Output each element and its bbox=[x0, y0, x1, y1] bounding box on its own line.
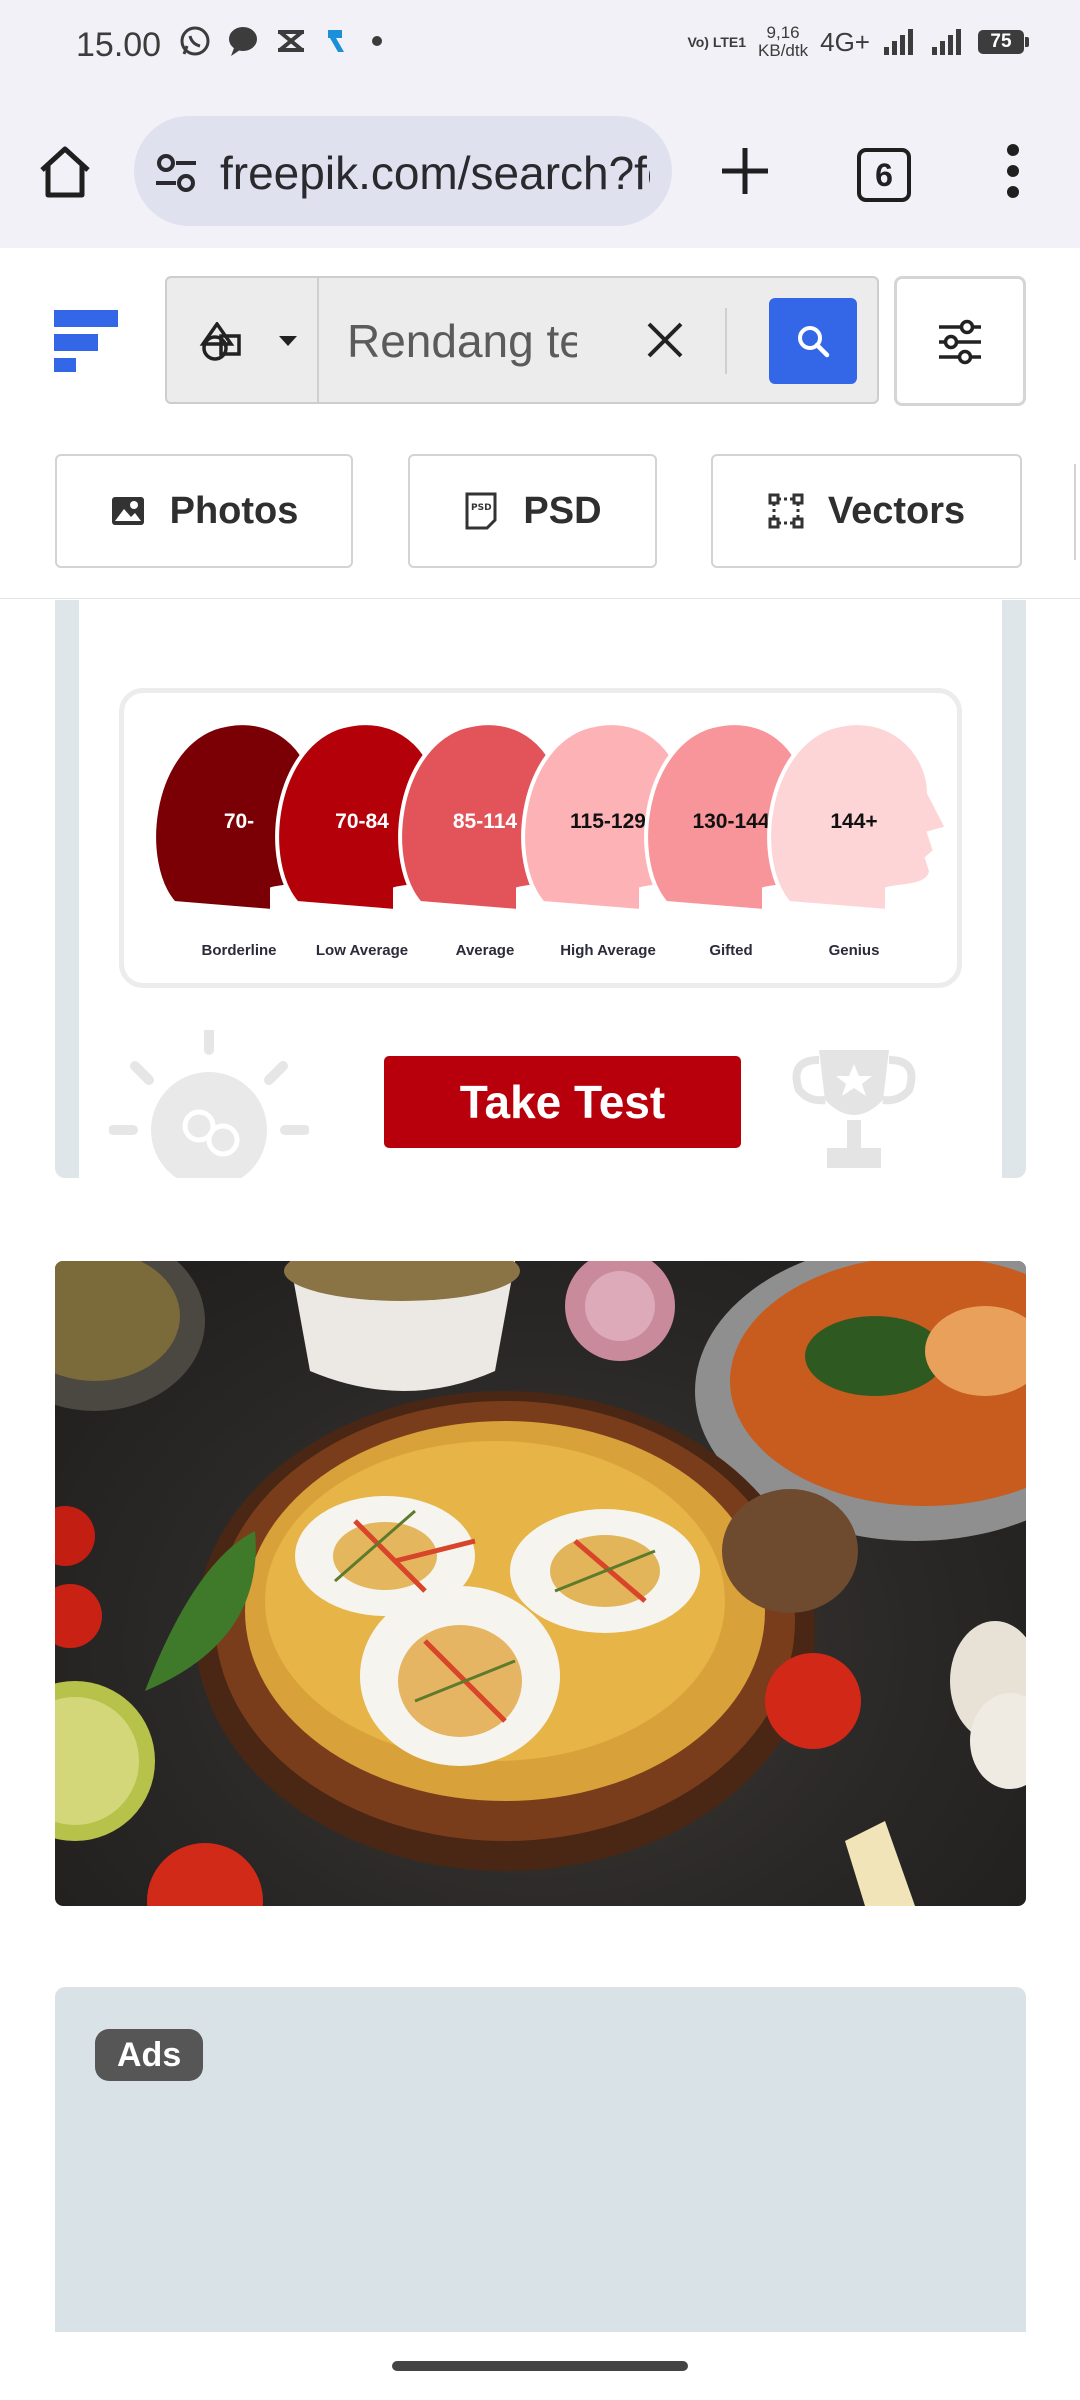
notification-icons bbox=[178, 24, 388, 58]
next-chip-edge[interactable] bbox=[1074, 464, 1080, 560]
filter-chip-photos[interactable]: Photos bbox=[55, 454, 353, 568]
chip-label: PSD bbox=[523, 489, 602, 532]
home-icon[interactable] bbox=[36, 144, 94, 200]
take-test-button[interactable]: Take Test bbox=[384, 1056, 741, 1148]
iq-head-6: 144+ Genius bbox=[767, 721, 950, 959]
iq-range-label: 130-144 bbox=[692, 810, 769, 833]
iq-category-label: Gifted bbox=[709, 942, 752, 959]
search-button[interactable] bbox=[769, 298, 857, 384]
signal-icon-2 bbox=[932, 29, 961, 55]
search-icon bbox=[798, 326, 830, 358]
iq-range-label: 70- bbox=[224, 810, 254, 833]
chip-label: Vectors bbox=[827, 489, 966, 532]
sliders-icon bbox=[939, 319, 981, 365]
iq-scale-card: 70- Borderline 70-84 Low Average 85-114 Avera… bbox=[119, 688, 962, 988]
filter-chip-vectors[interactable]: Vectors bbox=[711, 454, 1022, 568]
message-icon bbox=[229, 27, 257, 56]
network-type: 4G+ bbox=[820, 26, 870, 57]
egg-curry-photo bbox=[55, 1261, 1026, 1906]
app-notification-icon bbox=[328, 30, 344, 52]
shapes-icon bbox=[199, 322, 241, 361]
site-header: Rendang telur Photos PSD PSD Vectors bbox=[0, 248, 1080, 599]
iq-range-label: 115-129 bbox=[570, 810, 646, 833]
ad-placeholder[interactable]: Ads bbox=[55, 1987, 1026, 2332]
search-bar: Rendang telur bbox=[165, 276, 879, 404]
iq-category-label: Average bbox=[456, 942, 515, 959]
iq-category-label: Genius bbox=[829, 942, 880, 959]
search-result-image[interactable] bbox=[55, 1261, 1026, 1906]
iq-range-label: 85-114 bbox=[453, 810, 518, 833]
svg-text:PSD: PSD bbox=[471, 503, 492, 513]
whatsapp-icon bbox=[180, 26, 210, 56]
iq-heads-graphic: 70- Borderline 70-84 Low Average 85-114 Avera… bbox=[152, 721, 950, 959]
psd-icon: PSD bbox=[465, 492, 497, 530]
filter-chip-psd[interactable]: PSD PSD bbox=[408, 454, 657, 568]
chip-label: Photos bbox=[169, 489, 299, 532]
filters-button[interactable] bbox=[894, 276, 1026, 406]
home-indicator[interactable] bbox=[392, 2361, 688, 2371]
vector-icon bbox=[768, 493, 804, 529]
clear-search-icon[interactable] bbox=[645, 320, 685, 360]
browser-toolbar: freepik.com/search?format 6 bbox=[0, 96, 1080, 249]
iq-range-label: 70-84 bbox=[335, 810, 389, 833]
trophy-icon bbox=[792, 1050, 916, 1168]
iq-category-label: Low Average bbox=[316, 942, 408, 959]
asset-type-dropdown[interactable] bbox=[167, 278, 319, 402]
search-input[interactable]: Rendang telur bbox=[347, 314, 577, 368]
new-tab-icon[interactable] bbox=[718, 144, 772, 198]
more-options-icon[interactable] bbox=[1003, 142, 1023, 200]
status-right: Vo) LTE1 9,16 KB/dtk 4G+ 75 bbox=[687, 23, 1029, 60]
iq-range-label: 144+ bbox=[830, 810, 877, 833]
freepik-logo[interactable] bbox=[54, 310, 118, 372]
ads-badge: Ads bbox=[95, 2029, 204, 2081]
network-speed: 9,16 KB/dtk bbox=[758, 23, 809, 60]
url-text[interactable]: freepik.com/search?format bbox=[220, 146, 650, 200]
status-bar: 15.00 Vo) LTE1 9,16 KB/dtk 4G+ 75 bbox=[0, 0, 1080, 96]
signal-icon bbox=[884, 29, 913, 55]
more-notifications-dot bbox=[372, 36, 382, 46]
address-bar[interactable]: freepik.com/search?format bbox=[134, 116, 672, 226]
chevron-down-icon bbox=[279, 336, 297, 346]
iq-category-label: High Average bbox=[560, 942, 656, 959]
search-divider bbox=[725, 308, 727, 374]
ad-banner-iq[interactable]: 70- Borderline 70-84 Low Average 85-114 Avera… bbox=[55, 600, 1026, 1178]
status-time: 15.00 bbox=[76, 26, 162, 64]
image-icon bbox=[111, 497, 144, 525]
volte-indicator: Vo) LTE1 bbox=[687, 33, 747, 50]
iq-ad-content: 70- Borderline 70-84 Low Average 85-114 Avera… bbox=[79, 600, 1002, 1178]
tab-switcher-button[interactable]: 6 bbox=[857, 148, 911, 202]
capcut-icon bbox=[278, 30, 304, 52]
iq-category-label: Borderline bbox=[201, 942, 276, 959]
battery-icon: 75 bbox=[978, 30, 1029, 54]
lightbulb-icon bbox=[109, 1030, 309, 1178]
site-settings-icon[interactable] bbox=[152, 153, 200, 193]
